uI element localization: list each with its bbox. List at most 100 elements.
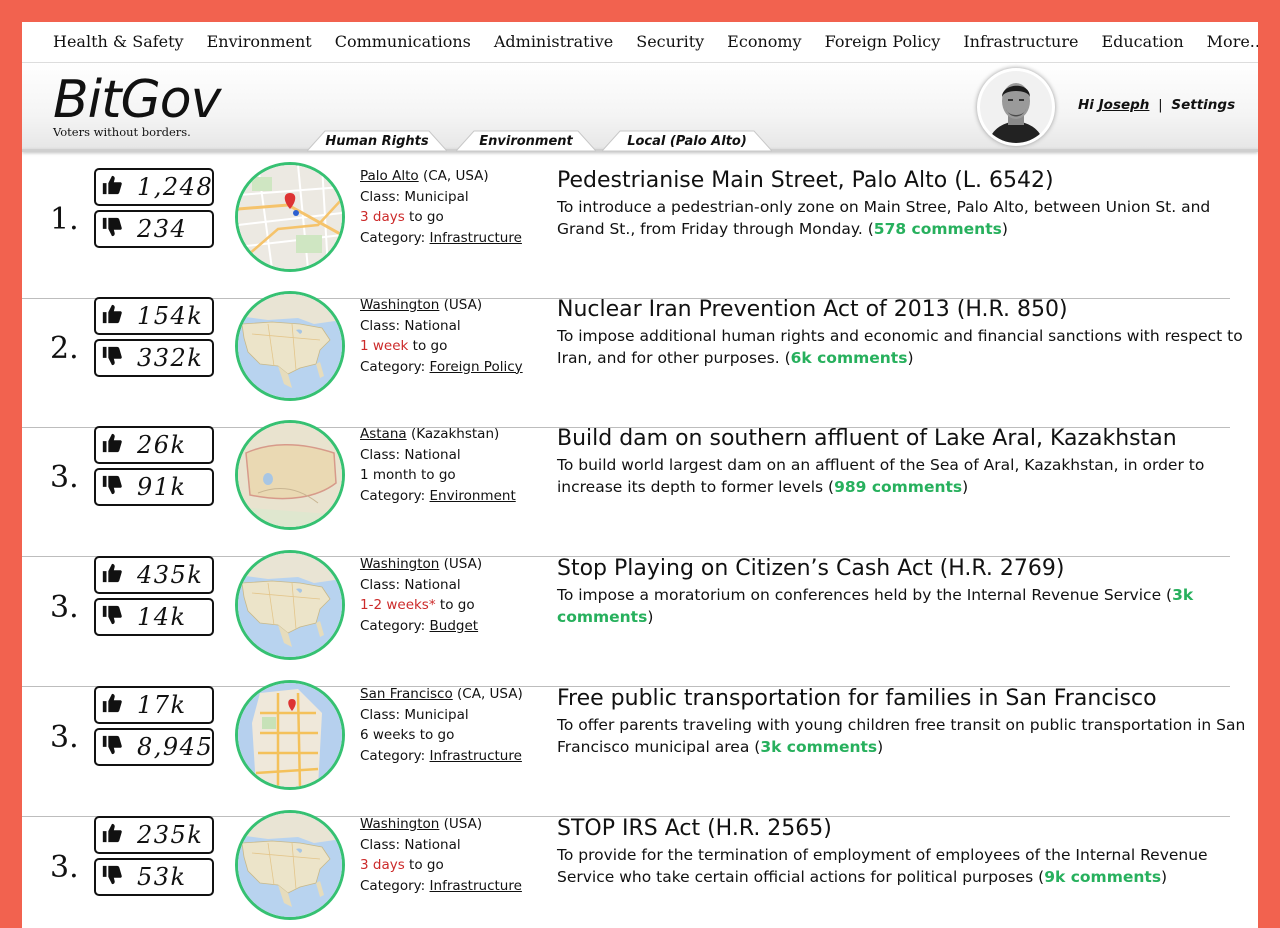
place-note: (USA) [439,297,483,313]
settings-link[interactable]: Settings [1171,97,1235,113]
place-link[interactable]: Washington [360,297,439,313]
upvote-button[interactable]: 17k [94,686,214,724]
upvote-button[interactable]: 1,248 [94,168,214,206]
category-link[interactable]: Infrastructure [430,230,522,246]
category-link[interactable]: Environment [430,488,516,504]
class-value: National [404,317,461,334]
to-go-label: to go [412,338,448,354]
proposal-title[interactable]: Nuclear Iran Prevention Act of 2013 (H.R… [557,295,1068,325]
nav-item[interactable]: Environment [207,32,312,51]
tab-local[interactable]: Local (Palo Alto) [602,130,772,152]
category-link[interactable]: Infrastructure [430,748,522,764]
nav-item[interactable]: Communications [335,32,471,51]
comments-link[interactable]: 989 comments [834,478,962,496]
place-link[interactable]: San Francisco [360,686,453,702]
place-link[interactable]: Astana [360,426,407,442]
thumbs-down-icon [96,345,123,371]
username-link[interactable]: Joseph [1099,97,1150,113]
upvote-count: 435k [137,561,204,589]
downvote-button[interactable]: 234 [94,210,214,248]
proposal-meta: Palo Alto (CA, USA) Class: Municipal 3 day… [360,166,522,248]
nav-item[interactable]: Foreign Policy [825,32,941,51]
place-link[interactable]: Washington [360,556,439,572]
nav-item[interactable]: Security [636,32,704,51]
downvote-button[interactable]: 332k [94,339,214,377]
category-label: Category: [360,877,426,894]
downvote-button[interactable]: 91k [94,468,214,506]
comments-link[interactable]: 9k comments [1044,868,1161,886]
avatar[interactable] [980,71,1052,143]
to-go-label: to go [439,597,475,613]
comments-link[interactable]: 578 comments [874,220,1002,238]
proposal-row: 3. 17k 8,945 San Francisco (CA, USA) Class: … [22,680,1258,817]
downvote-button[interactable]: 8,945 [94,728,214,766]
place-note: (Kazakhstan) [406,426,500,442]
proposal-row: 1. 1,248 234 Palo Alto (CA, USA) Class: Muni… [22,162,1258,299]
location-map[interactable] [235,680,345,790]
proposal-meta: San Francisco (CA, USA) Class: Municipal 6… [360,684,523,766]
place-note: (USA) [439,816,483,832]
deadline: 6 weeks [360,727,416,743]
category-link[interactable]: Budget [430,618,479,634]
thumbs-down-icon [96,864,123,890]
deadline: 1 week [360,338,409,354]
nav-item[interactable]: Health & Safety [53,32,184,51]
proposal-title[interactable]: Build dam on southern affluent of Lake A… [557,424,1177,454]
location-map[interactable] [235,420,345,530]
proposal-title[interactable]: Stop Playing on Citizen’s Cash Act (H.R.… [557,554,1064,584]
nav-item[interactable]: Education [1101,32,1183,51]
to-go-label: to go [409,209,444,225]
deadline: 3 days [360,209,405,225]
upvote-button[interactable]: 435k [94,556,214,594]
proposal-row: 3. 235k 53k Washington (USA) Class: National… [22,810,1258,928]
class-value: Municipal [404,706,469,723]
nav-item[interactable]: Infrastructure [963,32,1078,51]
greeting: Hi [1078,97,1094,113]
proposal-description: To build world largest dam on an affluen… [557,454,1247,498]
proposal-title[interactable]: Free public transportation for families … [557,684,1157,714]
user-menu: Hi Joseph | Settings [1078,97,1235,113]
downvote-button[interactable]: 14k [94,598,214,636]
nav-item[interactable]: Economy [727,32,801,51]
downvote-count: 53k [137,863,187,891]
location-map[interactable] [235,550,345,660]
city-map-icon [238,165,342,269]
comments-link[interactable]: 3k comments [760,738,877,756]
proposal-description: To impose additional human rights and ec… [557,325,1247,369]
rank: 3. [50,460,79,495]
usa-map-icon [238,294,342,398]
comments-link[interactable]: 6k comments [791,349,908,367]
logo[interactable]: BitGov [53,71,221,129]
upvote-button[interactable]: 154k [94,297,214,335]
class-label: Class: [360,188,401,205]
rank: 3. [50,720,79,755]
location-map[interactable] [235,162,345,272]
place-link[interactable]: Palo Alto [360,168,419,184]
nav-item[interactable]: Administrative [494,32,613,51]
place-link[interactable]: Washington [360,816,439,832]
proposal-description: To introduce a pedestrian-only zone on M… [557,196,1247,240]
kazakhstan-map-icon [238,423,342,527]
downvote-count: 91k [137,473,187,501]
downvote-count: 14k [137,603,187,631]
tab-environment[interactable]: Environment [456,130,596,152]
place-note: (USA) [439,556,483,572]
upvote-button[interactable]: 235k [94,816,214,854]
thumbs-up-icon [96,303,123,329]
nav-item[interactable]: More... [1207,32,1258,51]
thumbs-down-icon [96,734,123,760]
class-label: Class: [360,446,401,463]
deadline: 1 month [360,467,417,483]
category-link[interactable]: Infrastructure [430,878,522,894]
description-text: To offer parents traveling with young ch… [557,716,1246,756]
location-map[interactable] [235,291,345,401]
proposal-title[interactable]: STOP IRS Act (H.R. 2565) [557,814,832,844]
location-map[interactable] [235,810,345,920]
description-close: ) [962,478,969,496]
upvote-button[interactable]: 26k [94,426,214,464]
downvote-button[interactable]: 53k [94,858,214,896]
tab-human-rights[interactable]: Human Rights [307,130,447,152]
upvote-count: 235k [137,821,204,849]
category-link[interactable]: Foreign Policy [430,359,523,375]
proposal-title[interactable]: Pedestrianise Main Street, Palo Alto (L.… [557,166,1054,196]
